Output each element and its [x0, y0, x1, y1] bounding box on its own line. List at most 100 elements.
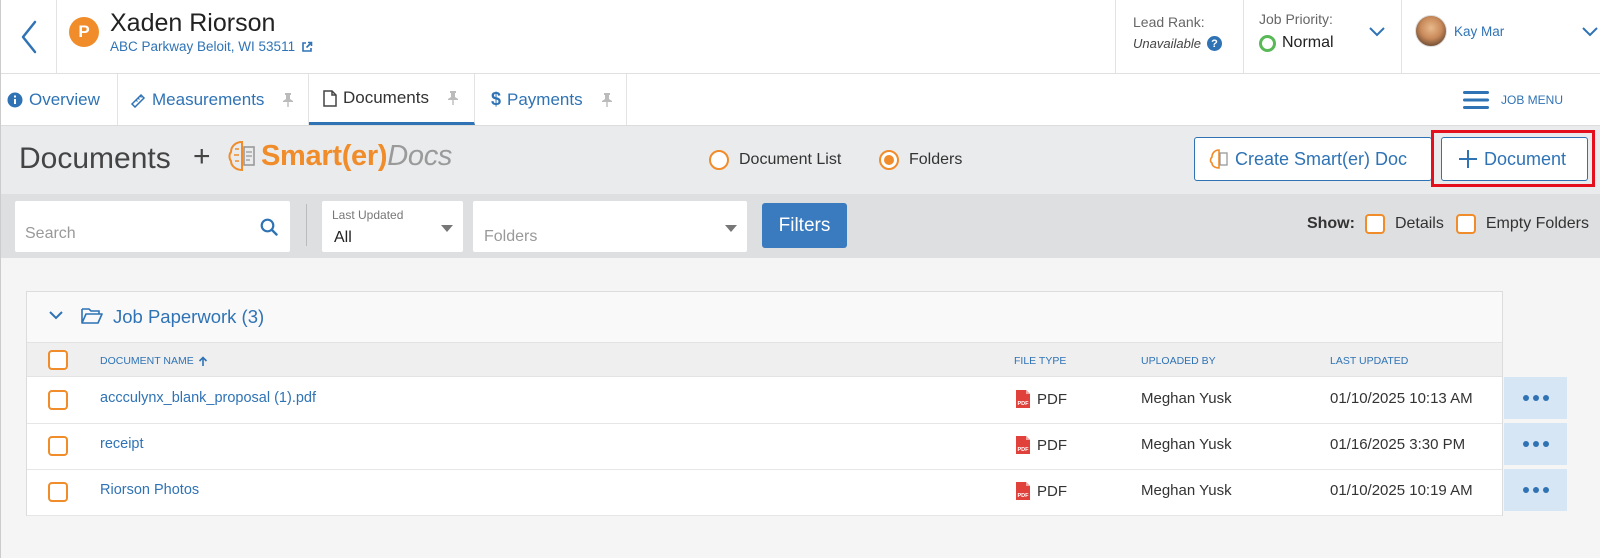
external-link-icon: [302, 41, 313, 52]
view-document-list-radio[interactable]: Document List: [709, 150, 841, 170]
folder-header[interactable]: Job Paperwork (3): [27, 292, 1502, 343]
highlight-box: [1431, 130, 1595, 187]
row-checkbox[interactable]: [48, 482, 68, 502]
column-document-name[interactable]: DOCUMENT NAME: [100, 355, 208, 367]
show-options: Show: Details Empty Folders: [1307, 214, 1589, 234]
tab-payments[interactable]: $ Payments: [475, 74, 627, 125]
table-row: accculynx_blank_proposal (1).pdf PDF PDF…: [27, 378, 1502, 424]
filter-bar: Last Updated All Folders Filters Show: D…: [1, 194, 1600, 258]
priority-status-icon: [1259, 34, 1276, 52]
ruler-icon: [130, 93, 146, 108]
lead-rank-text: Unavailable: [1133, 36, 1201, 51]
last-updated-cell: 01/10/2025 10:19 AM: [1330, 482, 1473, 499]
chevron-down-icon: [49, 311, 63, 320]
help-icon[interactable]: ?: [1206, 36, 1222, 51]
column-last-updated[interactable]: LAST UPDATED: [1330, 355, 1408, 367]
user-menu[interactable]: Kay Mar: [1401, 0, 1600, 74]
svg-text:PDF: PDF: [1018, 447, 1030, 453]
tab-measurements[interactable]: Measurements: [118, 74, 309, 125]
pin-icon[interactable]: [282, 92, 294, 108]
folder-open-icon: [81, 308, 103, 324]
job-menu-label: JOB MENU: [1500, 93, 1563, 107]
user-avatar: [1415, 15, 1447, 47]
job-priority-label: Job Priority:: [1259, 11, 1333, 27]
tab-overview[interactable]: Overview: [1, 74, 118, 125]
job-tabs: Overview Measurements Documents $ Paymen…: [1, 74, 1600, 126]
uploaded-by-cell: Meghan Yusk: [1141, 436, 1232, 453]
document-name-link[interactable]: accculynx_blank_proposal (1).pdf: [100, 390, 316, 406]
file-type-cell: PDF PDF: [1015, 435, 1067, 455]
details-checkbox[interactable]: Details: [1364, 214, 1444, 234]
view-folders-label: Folders: [909, 151, 963, 168]
row-actions-button[interactable]: [1504, 377, 1567, 419]
job-address-text: ABC Parkway Beloit, WI 53511: [110, 39, 296, 54]
document-name-link[interactable]: Riorson Photos: [100, 482, 199, 498]
job-priority-dropdown[interactable]: Job Priority: Normal: [1243, 0, 1401, 74]
info-icon: [7, 92, 23, 107]
job-priority-value: Normal: [1259, 34, 1334, 52]
job-menu-button[interactable]: JOB MENU: [1462, 90, 1563, 110]
page-title: Documents: [19, 142, 171, 175]
pdf-file-icon: PDF: [1016, 390, 1030, 408]
last-updated-label: Last Updated: [332, 208, 404, 222]
last-updated-cell: 01/10/2025 10:13 AM: [1330, 390, 1473, 407]
table-row: receipt PDF PDF Meghan Yusk 01/16/2025 3…: [27, 424, 1502, 470]
document-icon: [323, 89, 337, 107]
job-address-link[interactable]: ABC Parkway Beloit, WI 53511: [110, 39, 313, 54]
create-smarter-doc-button[interactable]: Create Smart(er) Doc: [1194, 137, 1432, 181]
uploaded-by-cell: Meghan Yusk: [1141, 390, 1232, 407]
lead-rank-label: Lead Rank:: [1133, 14, 1205, 30]
column-uploaded-by[interactable]: UPLOADED BY: [1141, 355, 1216, 367]
table-header: DOCUMENT NAME FILE TYPE UPLOADED BY LAST…: [27, 343, 1502, 377]
view-folders-radio[interactable]: Folders: [879, 150, 962, 170]
smarter-docs-logo: Smart(er)Docs: [227, 139, 452, 173]
last-updated-select[interactable]: Last Updated All: [322, 201, 463, 252]
file-type-text: PDF: [1037, 482, 1067, 500]
arrow-up-icon: [198, 355, 207, 366]
select-all-checkbox[interactable]: [48, 350, 68, 370]
search-icon[interactable]: [260, 218, 278, 236]
table-row: Riorson Photos PDF PDF Meghan Yusk 01/10…: [27, 470, 1502, 516]
job-name: Xaden Riorson: [110, 9, 276, 37]
logo-smart: Smart(er): [261, 139, 388, 172]
column-file-type[interactable]: FILE TYPE: [1014, 355, 1066, 367]
pin-icon[interactable]: [601, 92, 613, 108]
checkbox-box: [1364, 214, 1385, 234]
job-header: P Xaden Riorson ABC Parkway Beloit, WI 5…: [1, 0, 1600, 74]
logo-text: Smart(er)Docs: [261, 140, 452, 173]
row-actions-button[interactable]: [1504, 423, 1567, 465]
last-updated-value: All: [334, 229, 352, 246]
folder-card: Job Paperwork (3) DOCUMENT NAME FILE TYP…: [26, 291, 1503, 516]
tab-label: Overview: [29, 89, 100, 109]
search-field: [15, 201, 290, 252]
row-actions-button[interactable]: [1504, 469, 1567, 511]
back-button[interactable]: [1, 0, 57, 74]
folders-select[interactable]: Folders: [473, 201, 747, 252]
logo-docs: Docs: [387, 139, 453, 172]
column-document-name-label: DOCUMENT NAME: [100, 355, 194, 367]
user-name: Kay Mar: [1454, 24, 1505, 39]
folders-placeholder: Folders: [484, 228, 538, 245]
row-checkbox[interactable]: [48, 436, 68, 456]
job-priority-text: Normal: [1282, 34, 1334, 51]
pin-icon[interactable]: [447, 90, 459, 106]
svg-text:PDF: PDF: [1018, 401, 1030, 407]
brain-logo-icon: [228, 140, 255, 172]
app-root: P Xaden Riorson ABC Parkway Beloit, WI 5…: [0, 0, 1600, 558]
file-type-cell: PDF PDF: [1015, 481, 1067, 501]
pdf-file-icon: PDF: [1016, 436, 1030, 454]
file-type-text: PDF: [1037, 436, 1067, 454]
chevron-down-icon: [1369, 27, 1385, 37]
search-input[interactable]: [25, 225, 245, 243]
document-name-link[interactable]: receipt: [100, 436, 144, 452]
tab-label: Measurements: [152, 89, 265, 109]
hamburger-menu-icon: [1462, 91, 1489, 109]
tab-documents[interactable]: Documents: [309, 74, 475, 125]
job-status-badge: P: [69, 17, 99, 47]
title-plus: +: [193, 140, 211, 173]
details-label: Details: [1394, 215, 1444, 232]
empty-folders-checkbox[interactable]: Empty Folders: [1455, 214, 1589, 234]
row-checkbox[interactable]: [48, 390, 68, 410]
filters-button[interactable]: Filters: [762, 203, 847, 248]
pdf-file-icon: PDF: [1016, 482, 1030, 500]
